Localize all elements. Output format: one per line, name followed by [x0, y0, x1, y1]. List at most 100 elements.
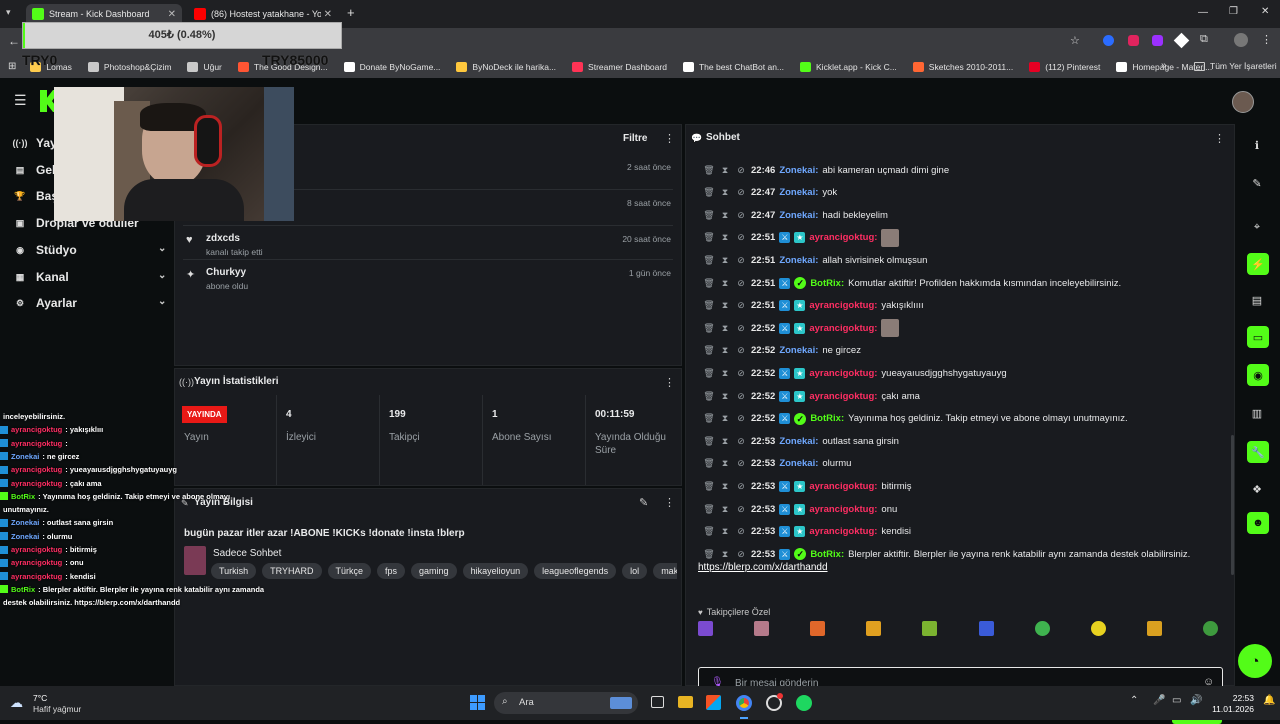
timeout-icon[interactable]: ⧗	[719, 436, 731, 447]
extension-icon[interactable]	[1152, 35, 1163, 46]
bookmark-item[interactable]: Uğur	[187, 61, 222, 72]
ban-icon[interactable]: ⊘	[735, 436, 747, 447]
bot-icon[interactable]: ☻	[1247, 512, 1269, 534]
document-icon[interactable]: ▤	[1246, 289, 1268, 311]
timeout-icon[interactable]: ⧗	[719, 481, 731, 492]
chat-link[interactable]: https://blerp.com/x/darthandd	[698, 562, 828, 573]
ban-icon[interactable]: ⊘	[735, 549, 747, 560]
microsoft-store-icon[interactable]	[706, 695, 721, 710]
all-bookmarks-folder[interactable]: Tüm Yer İşaretleri	[1194, 61, 1277, 71]
ban-icon[interactable]: ⊘	[735, 368, 747, 379]
delete-message-icon[interactable]: 🗑	[703, 323, 715, 334]
edit-stream-info-icon[interactable]: ✎	[639, 496, 648, 509]
emote[interactable]	[1034, 621, 1050, 636]
ban-icon[interactable]: ⊘	[735, 210, 747, 221]
chevron-down-icon[interactable]: ⌄	[158, 296, 166, 307]
emote[interactable]	[1090, 621, 1106, 636]
close-window-icon[interactable]: ✕	[1261, 6, 1269, 17]
close-tab-icon[interactable]: ✕	[324, 9, 332, 20]
timeout-icon[interactable]: ⧗	[719, 210, 731, 221]
emote[interactable]	[1202, 621, 1218, 636]
ban-icon[interactable]: ⊘	[735, 165, 747, 176]
message-username[interactable]: BotRix:	[810, 278, 844, 289]
task-view-icon[interactable]	[651, 696, 664, 708]
emote[interactable]	[698, 621, 713, 636]
clock-date[interactable]: 11.01.2026	[1200, 704, 1254, 714]
message-username[interactable]: Zonekai:	[779, 458, 818, 469]
weather-temp[interactable]: 7°C	[33, 693, 47, 703]
activity-username[interactable]: Churkyy	[206, 267, 246, 278]
timeout-icon[interactable]: ⧗	[719, 368, 731, 379]
file-explorer-icon[interactable]	[678, 696, 693, 708]
bookmark-item[interactable]: Sketches 2010-2011...	[912, 61, 1013, 72]
spotify-icon[interactable]	[796, 695, 812, 711]
message-username[interactable]: ayrancigoktug:	[809, 504, 877, 515]
chevron-down-icon[interactable]: ⌄	[158, 270, 166, 281]
bookmark-item[interactable]: (112) Pinterest	[1029, 61, 1100, 72]
ban-icon[interactable]: ⊘	[735, 232, 747, 243]
stream-info-menu-icon[interactable]: ⋮	[664, 496, 675, 509]
profile-avatar[interactable]	[1234, 33, 1248, 47]
extension-icon[interactable]	[1173, 32, 1190, 49]
delete-message-icon[interactable]: 🗑	[703, 278, 715, 289]
browser-menu-icon[interactable]: ⋮	[1261, 33, 1272, 46]
delete-message-icon[interactable]: 🗑	[703, 345, 715, 356]
user-avatar[interactable]	[1232, 91, 1254, 113]
filter-button[interactable]: Filtre	[623, 133, 647, 144]
delete-message-icon[interactable]: 🗑	[703, 165, 715, 176]
tag-chip[interactable]: gaming	[411, 563, 457, 579]
tag-chip[interactable]: Türkçe	[327, 563, 372, 579]
wrench-icon[interactable]: 🔧	[1247, 441, 1269, 463]
broadcast-tool-icon[interactable]: ◉	[1247, 364, 1269, 386]
ban-icon[interactable]: ⊘	[735, 481, 747, 492]
delete-message-icon[interactable]: 🗑	[703, 300, 715, 311]
notification-bell-icon[interactable]: 🔔	[1263, 695, 1275, 706]
delete-message-icon[interactable]: 🗑	[703, 368, 715, 379]
bookmark-item[interactable]: ByNoDeck ile harika...	[456, 61, 556, 72]
activity-username[interactable]: zdxcds	[206, 233, 240, 244]
extension-icon[interactable]	[1128, 35, 1139, 46]
chat-menu-icon[interactable]: ⋮	[1214, 132, 1225, 145]
message-username[interactable]: ayrancigoktug:	[809, 368, 877, 379]
delete-message-icon[interactable]: 🗑	[703, 255, 715, 266]
ban-icon[interactable]: ⊘	[735, 300, 747, 311]
ban-icon[interactable]: ⊘	[735, 391, 747, 402]
stats-menu-icon[interactable]: ⋮	[664, 376, 675, 389]
hamburger-menu-icon[interactable]: ☰	[14, 92, 27, 109]
ban-icon[interactable]: ⊘	[735, 323, 747, 334]
message-username[interactable]: ayrancigoktug:	[809, 232, 877, 243]
timeout-icon[interactable]: ⧗	[719, 300, 731, 311]
tag-chip[interactable]: hikayelioyun	[462, 563, 529, 579]
support-chat-icon[interactable]: ◔	[1238, 644, 1272, 678]
timeout-icon[interactable]: ⧗	[719, 187, 731, 198]
bookmark-item[interactable]: Kicklet.app - Kick C...	[800, 61, 897, 72]
message-username[interactable]: Zonekai:	[779, 345, 818, 356]
network-icon[interactable]: ▭	[1172, 695, 1181, 706]
timeout-icon[interactable]: ⧗	[719, 526, 731, 537]
emote[interactable]	[978, 621, 994, 636]
timeout-icon[interactable]: ⧗	[719, 232, 731, 243]
timeout-icon[interactable]: ⧗	[719, 413, 731, 424]
sidebar-item-5[interactable]: ▦ Kanal ⌄	[12, 268, 172, 286]
timeout-icon[interactable]: ⧗	[719, 278, 731, 289]
message-username[interactable]: Zonekai:	[779, 187, 818, 198]
message-username[interactable]: Zonekai:	[779, 165, 818, 176]
bookmarks-more-button[interactable]: »	[1161, 60, 1167, 71]
ban-icon[interactable]: ⊘	[735, 345, 747, 356]
tag-chip[interactable]: leagueoflegends	[534, 563, 617, 579]
ban-icon[interactable]: ⊘	[735, 526, 747, 537]
extension-icon[interactable]	[1103, 35, 1114, 46]
tray-chevron-icon[interactable]: ⌃	[1130, 695, 1138, 706]
timeout-icon[interactable]: ⧗	[719, 323, 731, 334]
bookmark-item[interactable]: Photoshop&Çizim	[87, 61, 171, 72]
delete-message-icon[interactable]: 🗑	[703, 549, 715, 560]
delete-message-icon[interactable]: 🗑	[703, 526, 715, 537]
message-username[interactable]: BotRix:	[810, 413, 844, 424]
emote[interactable]	[1146, 621, 1162, 636]
message-username[interactable]: ayrancigoktug:	[809, 323, 877, 334]
message-username[interactable]: BotRix:	[810, 549, 844, 560]
timeout-icon[interactable]: ⧗	[719, 345, 731, 356]
timeout-icon[interactable]: ⧗	[719, 458, 731, 469]
message-username[interactable]: ayrancigoktug:	[809, 481, 877, 492]
maximize-window-icon[interactable]: ❐	[1229, 6, 1238, 17]
